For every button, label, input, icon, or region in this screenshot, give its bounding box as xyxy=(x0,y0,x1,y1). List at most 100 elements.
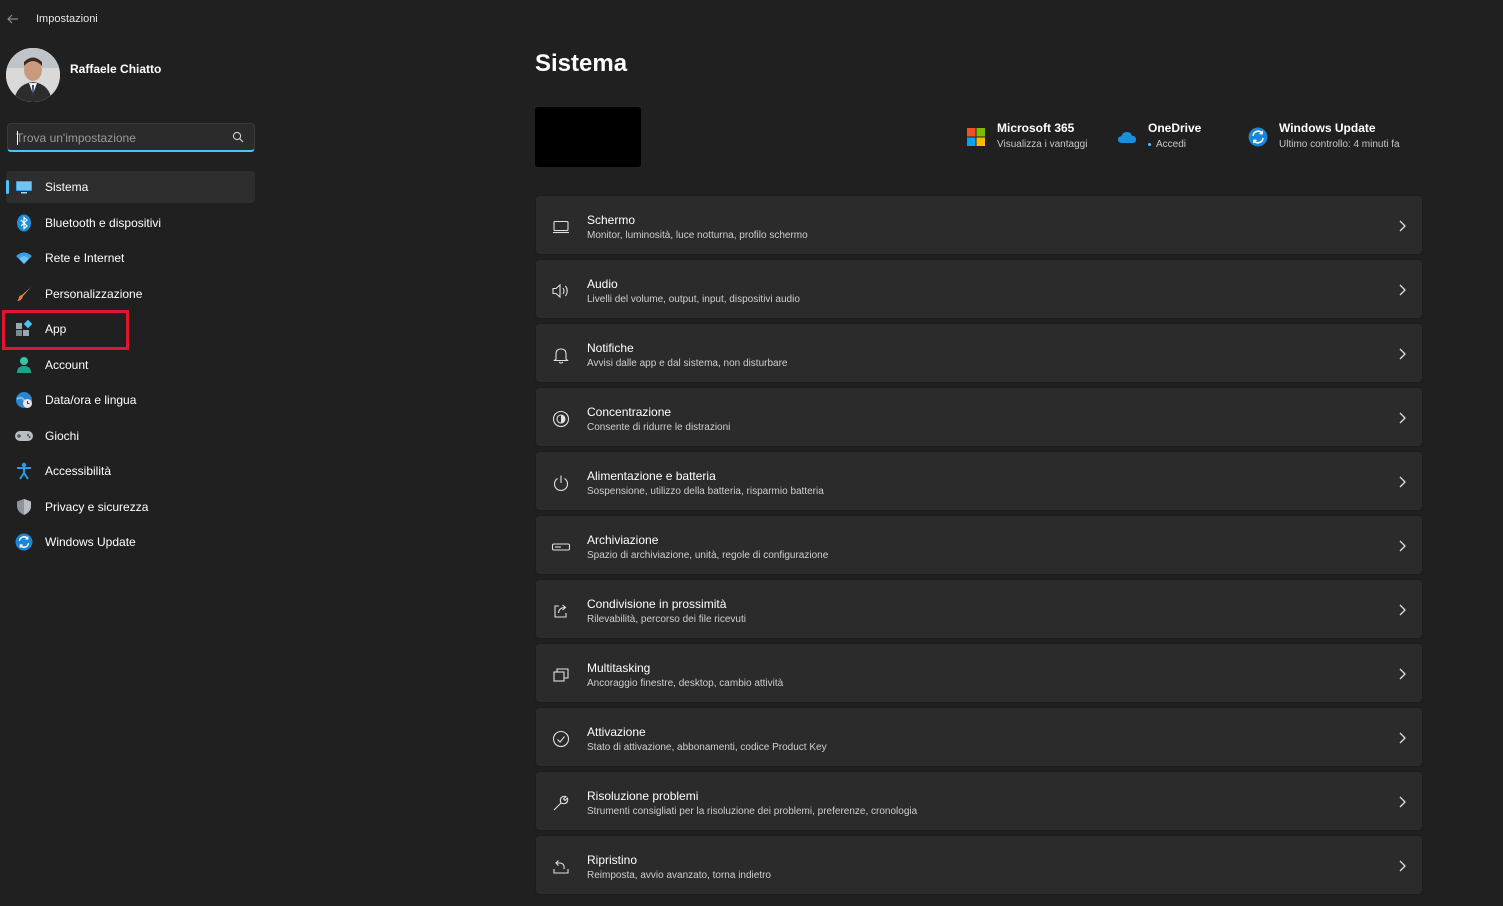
avatar[interactable] xyxy=(6,48,60,102)
profile-name: Raffaele Chiatto xyxy=(70,62,162,76)
gamepad-icon xyxy=(14,426,34,446)
settings-list: Schermo Monitor, luminosità, luce nottur… xyxy=(535,195,1423,899)
settings-card-multitasking[interactable]: Multitasking Ancoraggio finestre, deskto… xyxy=(535,643,1423,703)
display-icon xyxy=(550,216,572,238)
settings-card-schermo[interactable]: Schermo Monitor, luminosità, luce nottur… xyxy=(535,195,1423,255)
card-title: Schermo xyxy=(587,213,636,227)
globe-clock-icon xyxy=(14,390,34,410)
recovery-icon xyxy=(550,856,572,878)
quick-link-subtitle: Ultimo controllo: 4 minuti fa xyxy=(1279,139,1400,150)
quick-link-title: Windows Update xyxy=(1279,121,1376,135)
sidebar-item-label: Sistema xyxy=(45,180,89,194)
sidebar-item-label: Bluetooth e dispositivi xyxy=(45,215,162,230)
quick-link-microsoft-365[interactable]: Microsoft 365 Visualizza i vantaggi xyxy=(965,120,1087,150)
settings-card-attivazione[interactable]: Attivazione Stato di attivazione, abbona… xyxy=(535,707,1423,767)
sidebar-item-bluetooth[interactable]: Bluetooth e dispositivi xyxy=(6,207,255,239)
settings-card-audio[interactable]: Audio Livelli del volume, output, input,… xyxy=(535,259,1423,319)
multitasking-icon xyxy=(550,664,572,686)
card-subtitle: Monitor, luminosità, luce notturna, prof… xyxy=(587,230,808,241)
card-title: Ripristino xyxy=(587,853,638,867)
shield-icon xyxy=(14,497,34,517)
card-title: Multitasking xyxy=(587,661,651,675)
chevron-right-icon xyxy=(1399,348,1406,360)
sidebar-item-label: Personalizzazione xyxy=(45,286,143,301)
sidebar-item-label: Giochi xyxy=(45,428,80,443)
chevron-right-icon xyxy=(1399,668,1406,680)
settings-card-condivisione[interactable]: Condivisione in prossimità Rilevabilità,… xyxy=(535,579,1423,639)
card-subtitle: Stato di attivazione, abbonamenti, codic… xyxy=(587,742,827,753)
chevron-right-icon xyxy=(1399,796,1406,808)
focus-icon xyxy=(550,408,572,430)
check-circle-icon xyxy=(550,728,572,750)
card-title: Concentrazione xyxy=(587,405,672,419)
microsoft-logo-icon xyxy=(965,126,987,148)
card-title: Audio xyxy=(587,277,618,291)
card-subtitle: Sospensione, utilizzo della batteria, ri… xyxy=(587,486,824,497)
storage-icon xyxy=(550,536,572,558)
card-title: Alimentazione e batteria xyxy=(587,469,716,483)
settings-card-alimentazione[interactable]: Alimentazione e batteria Sospensione, ut… xyxy=(535,451,1423,511)
chevron-right-icon xyxy=(1399,284,1406,296)
sidebar-item-accessibilita[interactable]: Accessibilità xyxy=(6,455,255,487)
card-title: Attivazione xyxy=(587,725,646,739)
accessibility-icon xyxy=(14,461,34,481)
sidebar-item-personalizzazione[interactable]: Personalizzazione xyxy=(6,278,255,310)
highlight-annotation-app xyxy=(2,310,129,350)
quick-link-title: Microsoft 365 xyxy=(997,121,1075,135)
card-title: Archiviazione xyxy=(587,533,659,547)
settings-card-archiviazione[interactable]: Archiviazione Spazio di archiviazione, u… xyxy=(535,515,1423,575)
wrench-icon xyxy=(550,792,572,814)
sidebar-item-giochi[interactable]: Giochi xyxy=(6,420,255,452)
cloud-icon xyxy=(1116,126,1138,148)
back-arrow-icon xyxy=(7,14,18,24)
update-icon xyxy=(14,532,34,552)
card-subtitle: Reimposta, avvio avanzato, torna indietr… xyxy=(587,870,771,881)
chevron-right-icon xyxy=(1399,540,1406,552)
user-profile[interactable]: Raffaele Chiatto xyxy=(6,48,161,102)
sidebar-item-label: Rete e Internet xyxy=(45,251,125,265)
card-title: Condivisione in prossimità xyxy=(587,597,727,611)
speaker-icon xyxy=(550,280,572,302)
sidebar-item-windows-update[interactable]: Windows Update xyxy=(6,526,255,558)
settings-card-risoluzione-problemi[interactable]: Risoluzione problemi Strumenti consiglia… xyxy=(535,771,1423,831)
bell-icon xyxy=(550,344,572,366)
settings-card-notifiche[interactable]: Notifiche Avvisi dalle app e dal sistema… xyxy=(535,323,1423,383)
quick-link-windows-update[interactable]: Windows Update Ultimo controllo: 4 minut… xyxy=(1247,120,1400,150)
bluetooth-icon xyxy=(14,213,34,233)
share-icon xyxy=(550,600,572,622)
sidebar-item-account[interactable]: Account xyxy=(6,349,255,381)
search-input[interactable] xyxy=(16,129,226,147)
back-button[interactable] xyxy=(4,10,22,28)
sidebar-item-sistema[interactable]: Sistema xyxy=(6,171,255,203)
sidebar: Raffaele Chiatto Sistema Bluetooth e dis… xyxy=(0,40,262,906)
search-icon[interactable] xyxy=(232,131,244,143)
wifi-icon xyxy=(14,248,34,268)
card-title: Notifiche xyxy=(587,341,634,355)
sidebar-item-rete[interactable]: Rete e Internet xyxy=(6,242,255,274)
sidebar-item-label: Windows Update xyxy=(45,535,136,549)
quick-link-title: OneDrive xyxy=(1148,121,1202,135)
sidebar-item-data-ora[interactable]: Data/ora e lingua xyxy=(6,384,255,416)
power-icon xyxy=(550,472,572,494)
card-subtitle: Avvisi dalle app e dal sistema, non dist… xyxy=(587,358,788,369)
chevron-right-icon xyxy=(1399,220,1406,232)
sidebar-item-label: Account xyxy=(45,357,89,372)
search-box[interactable] xyxy=(7,123,255,152)
quick-link-subtitle: Accedi xyxy=(1156,139,1187,150)
paintbrush-icon xyxy=(14,284,34,304)
chevron-right-icon xyxy=(1399,860,1406,872)
title-bar: Impostazioni xyxy=(0,0,1503,40)
sidebar-item-privacy[interactable]: Privacy e sicurezza xyxy=(6,491,255,523)
chevron-right-icon xyxy=(1399,732,1406,744)
settings-card-ripristino[interactable]: Ripristino Reimposta, avvio avanzato, to… xyxy=(535,835,1423,895)
sidebar-item-label: Accessibilità xyxy=(45,464,112,478)
quick-link-onedrive[interactable]: OneDrive Accedi xyxy=(1116,120,1201,150)
card-subtitle: Rilevabilità, percorso dei file ricevuti xyxy=(587,614,746,625)
card-subtitle: Livelli del volume, output, input, dispo… xyxy=(587,294,800,305)
card-subtitle: Ancoraggio finestre, desktop, cambio att… xyxy=(587,678,784,689)
settings-card-concentrazione[interactable]: Concentrazione Consente di ridurre le di… xyxy=(535,387,1423,447)
page-title: Sistema xyxy=(535,50,628,77)
person-icon xyxy=(14,355,34,375)
quick-link-subtitle: Visualizza i vantaggi xyxy=(997,139,1088,150)
update-icon xyxy=(1247,126,1269,148)
